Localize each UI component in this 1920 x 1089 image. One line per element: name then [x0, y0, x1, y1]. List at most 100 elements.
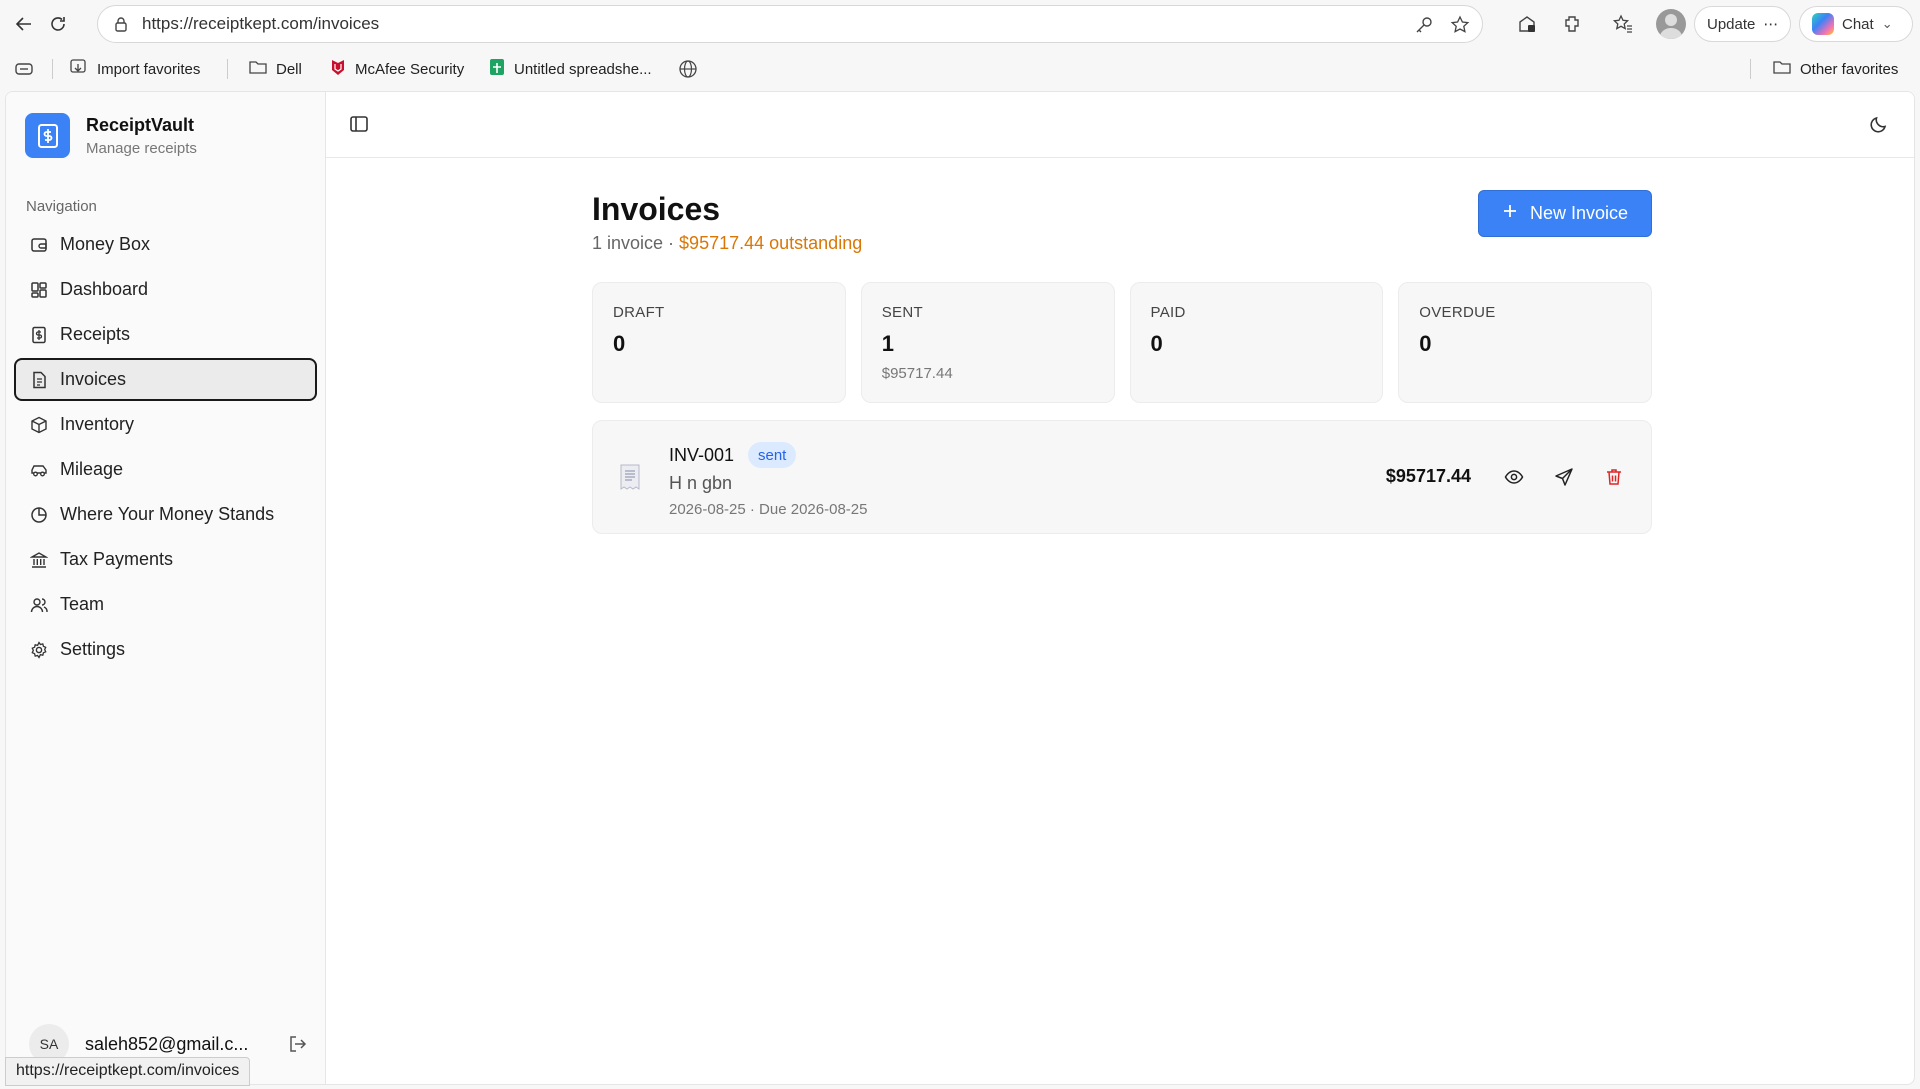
sidebar-item-money-stands[interactable]: Where Your Money Stands [14, 493, 317, 536]
stat-card-overdue: OVERDUE 0 [1398, 282, 1652, 403]
stat-value: 0 [1419, 331, 1432, 356]
update-button[interactable]: Update ⋯ [1694, 6, 1792, 42]
receipt-logo-icon [25, 113, 70, 158]
send-icon[interactable] [1552, 465, 1576, 489]
back-icon[interactable] [10, 10, 38, 38]
pie-chart-icon [30, 506, 48, 524]
import-icon [69, 58, 89, 80]
sidebar-item-label: Receipts [60, 324, 131, 344]
stat-label: OVERDUE [1419, 304, 1496, 321]
tab-actions-icon[interactable] [14, 57, 34, 81]
sidebar-item-invoices[interactable]: Invoices [14, 358, 317, 401]
invoice-amount: $95717.44 [1385, 466, 1471, 486]
invoice-count: 1 invoice · [592, 233, 680, 253]
document-icon [619, 463, 641, 491]
stat-value: 0 [1150, 331, 1163, 356]
invoice-icon [30, 371, 48, 389]
chat-button[interactable]: Chat ⌄ [1799, 6, 1913, 42]
stat-value: 1 [881, 331, 894, 356]
status-summary: DRAFT 0 SENT 1 $95717.44 PAID 0 OVERDUE … [592, 282, 1652, 403]
stat-card-sent: SENT 1 $95717.44 [860, 282, 1115, 403]
users-icon [30, 596, 48, 614]
bookmark-label: Untitled spreadshe... [514, 60, 652, 78]
sidebar-item-mileage[interactable]: Mileage [14, 448, 317, 491]
view-icon[interactable] [1502, 465, 1526, 489]
sidebar-nav: Money Box Dashboard Receipts Invoices In… [14, 223, 317, 673]
stat-label: PAID [1150, 304, 1186, 321]
address-bar[interactable]: https://receiptkept.com/invoices [97, 5, 1483, 43]
dashboard-icon [30, 281, 48, 299]
sidebar: ReceiptVault Manage receipts Navigation … [6, 92, 326, 1084]
bookmark-import-favorites[interactable]: Import favorites [69, 57, 200, 81]
browser-toolbar: https://receiptkept.com/invoices Update … [0, 0, 1920, 48]
favorites-icon[interactable] [1609, 10, 1637, 38]
nav-heading: Navigation [26, 198, 97, 215]
update-label: Update [1707, 15, 1756, 33]
status-bar-url: https://receiptkept.com/invoices [5, 1057, 251, 1086]
receipt-icon [30, 326, 48, 344]
sidebar-item-team[interactable]: Team [14, 583, 317, 626]
bookmark-mcafee[interactable]: McAfee Security [329, 57, 464, 81]
star-icon[interactable] [1448, 13, 1472, 37]
invoice-row[interactable]: INV-001 sent H n gbn 2026-08-25 · Due 20… [592, 420, 1652, 534]
bookmark-other-favorites[interactable]: Other favorites [1772, 57, 1898, 81]
sidebar-item-label: Inventory [60, 414, 135, 434]
logout-icon[interactable] [287, 1033, 309, 1055]
globe-icon[interactable] [678, 57, 698, 81]
trash-icon[interactable] [1602, 465, 1626, 489]
stat-card-paid: PAID 0 [1129, 282, 1384, 403]
invoice-dates: 2026-08-25 · Due 2026-08-25 [669, 501, 868, 518]
sidebar-item-settings[interactable]: Settings [14, 628, 317, 671]
sidebar-item-inventory[interactable]: Inventory [14, 403, 317, 446]
status-badge: sent [748, 442, 797, 468]
key-icon[interactable] [1412, 13, 1436, 37]
invoice-client: H n gbn [669, 473, 733, 493]
bookmark-separator [52, 59, 53, 79]
lock-icon [112, 15, 130, 33]
box-icon [30, 416, 48, 434]
stat-label: SENT [881, 304, 923, 321]
sidebar-item-money-box[interactable]: Money Box [14, 223, 317, 266]
sidebar-item-dashboard[interactable]: Dashboard [14, 268, 317, 311]
gear-icon [30, 640, 48, 659]
sidebar-item-label: Tax Payments [60, 549, 174, 569]
more-icon: ⋯ [1763, 16, 1779, 33]
sidebar-item-receipts[interactable]: Receipts [14, 313, 317, 356]
folder-icon [1772, 58, 1792, 80]
user-email: saleh852@gmail.c... [85, 1033, 249, 1054]
bookmark-label: Dell [276, 60, 302, 78]
app-window: ReceiptVault Manage receipts Navigation … [5, 91, 1915, 1085]
shopping-icon[interactable] [1513, 10, 1541, 38]
stat-card-draft: DRAFT 0 [592, 282, 846, 403]
bookmark-separator [1750, 59, 1751, 79]
sidebar-item-label: Team [60, 594, 105, 614]
bookmark-dell[interactable]: Dell [248, 57, 302, 81]
brand-subtitle: Manage receipts [86, 139, 197, 157]
moon-icon[interactable] [1868, 113, 1890, 135]
bookmark-separator [227, 59, 228, 79]
sidebar-toggle-icon[interactable] [348, 113, 370, 135]
extensions-icon[interactable] [1558, 10, 1586, 38]
sheets-icon [488, 58, 506, 80]
chat-label: Chat [1842, 15, 1874, 33]
brand: ReceiptVault Manage receipts [25, 113, 197, 158]
bookmark-spreadsheet[interactable]: Untitled spreadshe... [488, 57, 652, 81]
address-url: https://receiptkept.com/invoices [142, 14, 380, 33]
sidebar-item-label: Where Your Money Stands [60, 504, 275, 524]
invoice-summary: 1 invoice · $95717.44 outstanding [592, 233, 862, 254]
wallet-icon [30, 236, 48, 254]
refresh-icon[interactable] [44, 10, 72, 38]
new-invoice-button[interactable]: New Invoice [1478, 190, 1652, 237]
outstanding-amount: $95717.44 outstanding [679, 233, 863, 253]
sidebar-item-tax-payments[interactable]: Tax Payments [14, 538, 317, 581]
profile-avatar[interactable] [1656, 9, 1686, 39]
chevron-down-icon: ⌄ [1881, 16, 1893, 31]
page-title: Invoices [592, 191, 721, 227]
sidebar-item-label: Dashboard [60, 279, 149, 299]
stat-value: 0 [613, 331, 626, 356]
mcafee-icon [329, 58, 347, 80]
car-icon [30, 461, 48, 479]
bank-icon [29, 551, 49, 569]
invoice-number: INV-001 [669, 445, 735, 465]
stat-amount: $95717.44 [881, 365, 953, 382]
